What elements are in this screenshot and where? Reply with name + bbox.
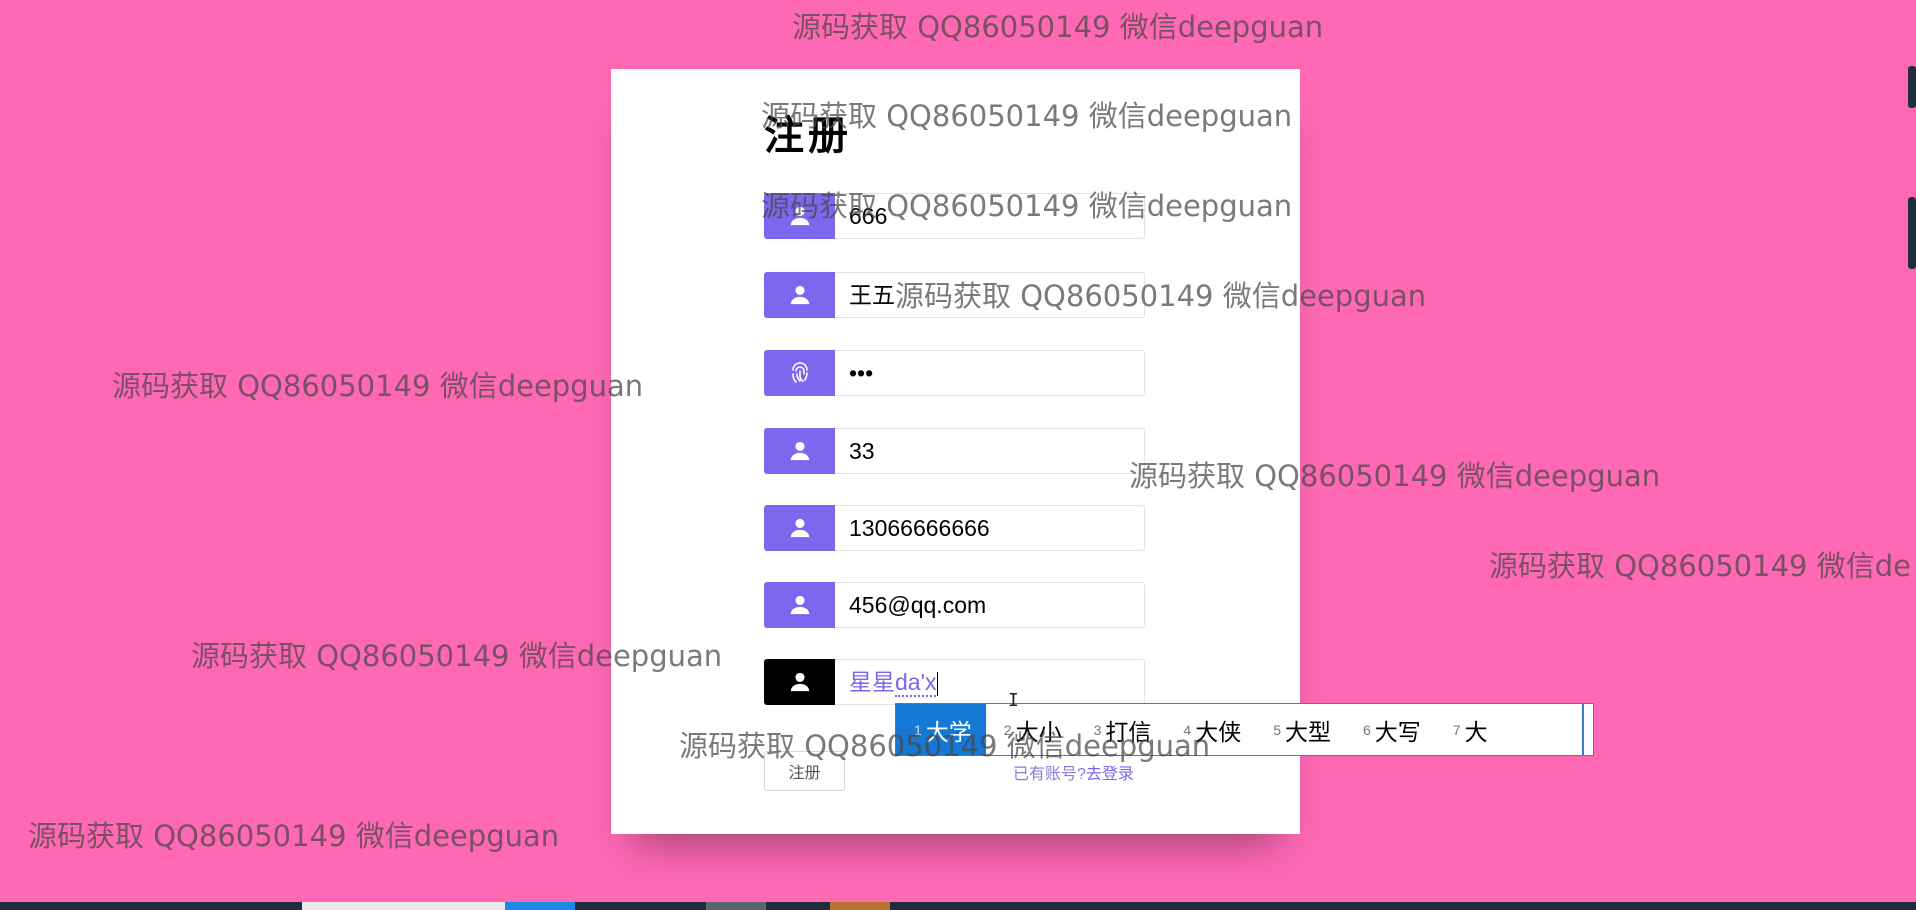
user-icon [764, 582, 835, 628]
scrollbar-thumb[interactable] [1908, 197, 1916, 269]
ime-candidate[interactable]: 7大 [1435, 704, 1502, 755]
age-field[interactable]: 33 [764, 428, 1145, 474]
password-field[interactable]: ••• [764, 350, 1145, 396]
watermark: 源码获取 QQ86050149 微信deepguan [792, 10, 1324, 44]
user-icon [764, 659, 835, 705]
email-field[interactable]: 456@qq.com [764, 582, 1145, 628]
taskbar-item[interactable] [302, 902, 505, 910]
ime-candidate-window: 1 大学 2 大小 3 打信 4 大侠 5 大型 6 大写 7大 [895, 703, 1594, 756]
login-prompt: 已有账号?去登录 [1013, 766, 1134, 783]
fingerprint-icon [764, 350, 835, 396]
text-caret [937, 671, 939, 696]
ime-candidate[interactable]: 4 大侠 [1165, 704, 1255, 755]
email-input[interactable]: 456@qq.com [835, 582, 1145, 628]
taskbar-item[interactable] [706, 902, 766, 910]
username-field[interactable]: 666 [764, 193, 1145, 239]
taskbar [0, 902, 1916, 910]
name-field[interactable]: 王五 [764, 272, 1145, 318]
page-title: 注册 [764, 114, 852, 158]
password-input[interactable]: ••• [835, 350, 1145, 396]
committed-text: 星星 [849, 669, 895, 695]
ime-candidate[interactable]: 5 大型 [1255, 704, 1345, 755]
name-input[interactable]: 王五 [835, 272, 1145, 318]
ime-composition: da'x [895, 669, 937, 697]
ime-candidate[interactable]: 1 大学 [896, 704, 986, 755]
taskbar-item[interactable] [505, 902, 575, 910]
address-field[interactable]: 星星da'x [764, 659, 1145, 705]
watermark: 源码获取 QQ86050149 微信de [1489, 549, 1911, 583]
watermark: 源码获取 QQ86050149 微信deepguan [112, 369, 644, 403]
phone-field[interactable]: 13066666666 [764, 505, 1145, 551]
watermark: 源码获取 QQ86050149 微信deepguan [28, 819, 560, 853]
address-input[interactable]: 星星da'x [835, 659, 1145, 705]
user-icon [764, 428, 835, 474]
register-button[interactable]: 注册 [764, 751, 845, 791]
scrollbar-thumb[interactable] [1908, 66, 1916, 108]
ime-candidate[interactable]: 2 大小 [986, 704, 1076, 755]
user-icon [764, 505, 835, 551]
ime-window-edge [1582, 704, 1584, 755]
taskbar-item[interactable] [830, 902, 890, 910]
age-input[interactable]: 33 [835, 428, 1145, 474]
user-icon [764, 272, 835, 318]
username-input[interactable]: 666 [835, 193, 1145, 239]
ime-candidate[interactable]: 6 大写 [1345, 704, 1435, 755]
login-link[interactable]: 去登录 [1086, 766, 1134, 783]
phone-input[interactable]: 13066666666 [835, 505, 1145, 551]
ibeam-cursor-icon: I [1008, 690, 1019, 711]
ime-candidate[interactable]: 3 打信 [1076, 704, 1166, 755]
user-icon [764, 193, 835, 239]
